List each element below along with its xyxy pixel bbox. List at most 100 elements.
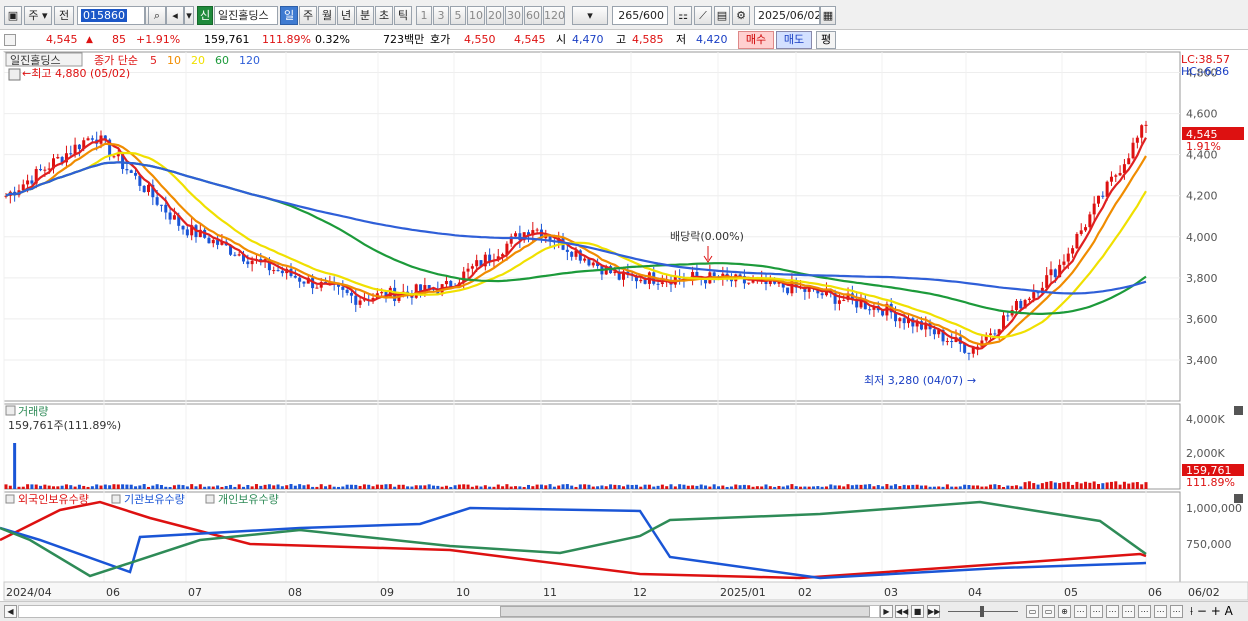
tool-icon-8[interactable]: ⋯ (1138, 605, 1151, 618)
tool-icon-9[interactable]: ⋯ (1154, 605, 1167, 618)
sell-button[interactable]: 매도 (776, 31, 812, 49)
volume-bar (276, 484, 280, 489)
period-button-1[interactable]: 주 (299, 6, 317, 25)
eval-button[interactable]: 평 (816, 31, 836, 49)
low-arrow-icon: → (967, 374, 976, 387)
interval-button-30[interactable]: 30 (505, 6, 523, 25)
period-button-5[interactable]: 초 (375, 6, 393, 25)
period-button-3[interactable]: 년 (337, 6, 355, 25)
volume-bar (980, 486, 984, 489)
candle-type-icon[interactable]: ⚏ (674, 6, 692, 25)
volume-bar (993, 484, 997, 489)
market-select[interactable]: 주 ▾ (24, 6, 52, 25)
speaker-dropdown-icon[interactable]: ▾ (184, 6, 194, 25)
volume-bar (941, 486, 945, 489)
volume-bar (172, 485, 176, 489)
collapse-icon[interactable] (4, 34, 16, 46)
volume-bar (216, 485, 220, 489)
holding-legend-icon-2[interactable] (205, 494, 215, 504)
volume-bar (293, 485, 297, 489)
chart-scrollbar[interactable]: ◀ ▶ ◀◀ ■ ▶▶ ▭ ▭ ⊕ ⋯ ⋯ ⋯ ⋯ ⋯ ⋯ ⋯ ⟊ − + A (0, 601, 1248, 621)
candle-body (1019, 301, 1023, 309)
candle-body (345, 289, 349, 293)
zoom-controls[interactable]: ⟊ − + A (1190, 604, 1233, 619)
volume-bar (669, 484, 673, 489)
holding-legend-icon-0[interactable] (5, 494, 15, 504)
draw-tool-icon[interactable]: ⟋ (694, 6, 712, 25)
settings-gear-icon[interactable]: ⚙ (732, 6, 750, 25)
period-button-0[interactable]: 일 (280, 6, 298, 25)
volume-bar (1019, 486, 1023, 489)
volume-bar (302, 485, 306, 489)
buy-button[interactable]: 매수 (738, 31, 774, 49)
candle-body (298, 277, 302, 282)
candle-body (276, 270, 280, 272)
holding-legend-icon-1[interactable] (111, 494, 121, 504)
prev-button[interactable]: 전 (54, 6, 74, 25)
candle-body (246, 261, 250, 265)
volume-bar (695, 485, 699, 489)
volume-close-icon[interactable] (1234, 406, 1243, 415)
volume-bar (505, 484, 509, 489)
tool-icon-4[interactable]: ⋯ (1074, 605, 1087, 618)
window-menu-icon[interactable]: ▣ (4, 6, 22, 25)
volume-bar (665, 486, 669, 489)
search-icon[interactable]: ⌕ (148, 6, 166, 25)
candle-body (358, 300, 362, 305)
volume-bar (1097, 484, 1100, 489)
interval-button-10[interactable]: 10 (467, 6, 485, 25)
volume-bar (4, 484, 8, 489)
interval-button-5[interactable]: 5 (450, 6, 466, 25)
volume-bar (272, 485, 276, 489)
play-forward-icon[interactable]: ▶▶ (927, 605, 940, 618)
volume-bar (984, 486, 988, 489)
calendar-icon[interactable]: ▦ (820, 6, 836, 25)
scroll-thumb[interactable] (500, 606, 870, 617)
speaker-icon[interactable]: ◂ (166, 6, 184, 25)
tool-icon-10[interactable]: ⋯ (1170, 605, 1183, 618)
stock-code-input[interactable]: 015860 (77, 6, 145, 25)
period-button-2[interactable]: 월 (318, 6, 336, 25)
interval-button-3[interactable]: 3 (433, 6, 449, 25)
volume-bar (587, 484, 591, 489)
stock-chart[interactable]: 4,8004,6004,4004,2004,0003,8003,6003,400… (0, 50, 1248, 601)
volume-bar (958, 486, 962, 489)
period-button-4[interactable]: 분 (356, 6, 374, 25)
volume-bar (976, 485, 980, 489)
tool-icon-7[interactable]: ⋯ (1122, 605, 1135, 618)
scroll-left-icon[interactable]: ◀ (4, 605, 17, 618)
scroll-right-icon[interactable]: ▶ (880, 605, 893, 618)
play-back-icon[interactable]: ◀◀ (895, 605, 908, 618)
interval-button-20[interactable]: 20 (486, 6, 504, 25)
tool-icon-5[interactable]: ⋯ (1090, 605, 1103, 618)
volume-bar (794, 486, 798, 489)
count-field[interactable]: 265/600 (612, 6, 668, 25)
volume-bar (414, 485, 418, 489)
zoom-slider-thumb[interactable] (980, 606, 984, 617)
date-input[interactable]: 2025/06/02 (754, 6, 820, 25)
volume-bar (531, 486, 535, 489)
tool-icon-6[interactable]: ⋯ (1106, 605, 1119, 618)
candle-body (1088, 214, 1092, 228)
save-icon[interactable]: ▤ (714, 6, 730, 25)
volume-bar (924, 485, 928, 489)
volume-panel-icon[interactable] (5, 405, 16, 416)
interval-button-60[interactable]: 60 (524, 6, 542, 25)
tool-icon-2[interactable]: ▭ (1042, 605, 1055, 618)
price-panel (3, 51, 1181, 402)
period-button-6[interactable]: 틱 (394, 6, 412, 25)
tool-icon-3[interactable]: ⊕ (1058, 605, 1071, 618)
info-icon[interactable] (8, 68, 21, 81)
holding-close-icon[interactable] (1234, 494, 1243, 503)
volume-bar (138, 485, 142, 489)
volume-bar (397, 484, 401, 489)
tool-icon-1[interactable]: ▭ (1026, 605, 1039, 618)
interval-select[interactable]: ▾ (572, 6, 608, 25)
candle-body (945, 341, 949, 343)
candle-body (639, 279, 643, 282)
interval-button-1[interactable]: 1 (416, 6, 432, 25)
interval-button-120[interactable]: 120 (543, 6, 565, 25)
stop-icon[interactable]: ■ (911, 605, 924, 618)
legend-ma-10: 10 (167, 54, 181, 67)
volume-bar (237, 484, 241, 489)
